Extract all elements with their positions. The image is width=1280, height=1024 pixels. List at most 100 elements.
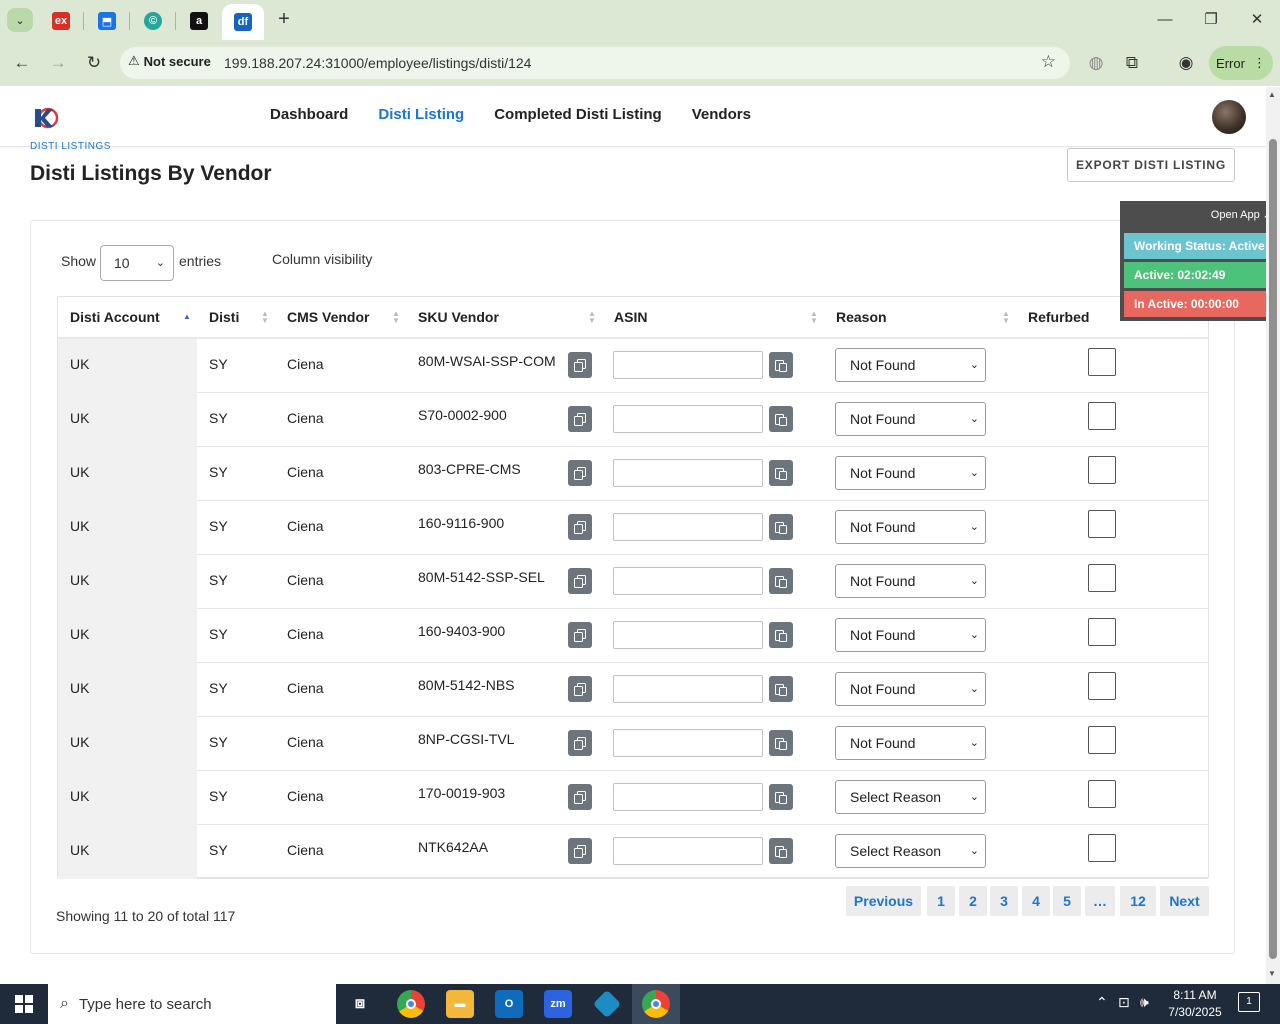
header-disti-account[interactable]: Disti Account ▲	[58, 297, 198, 339]
reason-select[interactable]: Not Found ⌄	[835, 456, 986, 490]
copy-sku-button[interactable]	[568, 568, 592, 594]
page-2-button[interactable]: 2	[959, 886, 987, 916]
refurbed-checkbox[interactable]	[1088, 834, 1116, 862]
copy-sku-button[interactable]	[568, 676, 592, 702]
copy-sku-button[interactable]	[568, 352, 592, 378]
copy-sku-button[interactable]	[568, 406, 592, 432]
copy-sku-button[interactable]	[568, 514, 592, 540]
page-1-button[interactable]: 1	[927, 886, 955, 916]
asin-input[interactable]	[613, 513, 763, 541]
paste-asin-button[interactable]	[769, 730, 793, 756]
refurbed-checkbox[interactable]	[1088, 726, 1116, 754]
outlook-icon[interactable]: O	[495, 990, 523, 1018]
paste-asin-button[interactable]	[769, 784, 793, 810]
copy-sku-button[interactable]	[568, 460, 592, 486]
scrollbar-thumb[interactable]	[1269, 139, 1277, 959]
asin-input[interactable]	[613, 621, 763, 649]
paste-asin-button[interactable]	[769, 676, 793, 702]
asin-input[interactable]	[613, 567, 763, 595]
asin-input[interactable]	[613, 783, 763, 811]
tab-search-chevron-icon[interactable]: ⌄	[7, 8, 33, 32]
copy-sku-button[interactable]	[568, 784, 592, 810]
task-view-icon[interactable]: ⧈	[346, 990, 374, 1018]
paste-asin-button[interactable]	[769, 460, 793, 486]
reason-select[interactable]: Not Found ⌄	[835, 726, 986, 760]
next-page-button[interactable]: Next	[1160, 886, 1209, 916]
reason-select[interactable]: Not Found ⌄	[835, 672, 986, 706]
taskbar-search[interactable]: ⌕ Type here to search	[48, 984, 336, 1024]
previous-page-button[interactable]: Previous	[846, 886, 921, 916]
refurbed-checkbox[interactable]	[1088, 348, 1116, 376]
tab-amazon[interactable]: a	[178, 6, 220, 36]
chrome-profile-icon[interactable]	[642, 990, 670, 1018]
extensions-puzzle-icon[interactable]: ⧉	[1120, 51, 1144, 75]
url-text[interactable]: 199.188.207.24:31000/employee/listings/d…	[224, 55, 531, 71]
paste-asin-button[interactable]	[769, 568, 793, 594]
asin-input[interactable]	[613, 351, 763, 379]
zoom-icon[interactable]: zm	[544, 990, 572, 1018]
refurbed-checkbox[interactable]	[1088, 618, 1116, 646]
asin-input[interactable]	[613, 459, 763, 487]
reason-select[interactable]: Select Reason ⌄	[835, 780, 986, 814]
address-bar[interactable]: ⚠ Not secure 199.188.207.24:31000/employ…	[120, 47, 1070, 79]
refurbed-checkbox[interactable]	[1088, 456, 1116, 484]
page-12-button[interactable]: 12	[1120, 886, 1156, 916]
header-disti[interactable]: Disti ▲ ▼	[197, 297, 275, 339]
company-logo-icon[interactable]	[32, 103, 60, 131]
copy-sku-button[interactable]	[568, 730, 592, 756]
nav-completed-disti-listing[interactable]: Completed Disti Listing	[494, 106, 662, 123]
close-window-icon[interactable]: ✕	[1242, 8, 1272, 32]
restore-icon[interactable]: ❐	[1196, 8, 1226, 32]
minimize-icon[interactable]: —	[1150, 8, 1180, 32]
paste-asin-button[interactable]	[769, 514, 793, 540]
security-indicator[interactable]: ⚠ Not secure	[128, 53, 211, 69]
header-sku-vendor[interactable]: SKU Vendor ▲ ▼	[406, 297, 602, 339]
reason-select[interactable]: Not Found ⌄	[835, 348, 986, 382]
reason-select[interactable]: Not Found ⌄	[835, 402, 986, 436]
app-diamond-icon[interactable]	[592, 989, 622, 1019]
refurbed-checkbox[interactable]	[1088, 672, 1116, 700]
translate-globe-icon[interactable]: ◍	[1084, 51, 1108, 75]
nav-vendors[interactable]: Vendors	[692, 106, 751, 123]
asin-input[interactable]	[613, 729, 763, 757]
scroll-up-icon[interactable]: ▲	[1268, 90, 1276, 99]
asin-input[interactable]	[613, 675, 763, 703]
refurbed-checkbox[interactable]	[1088, 510, 1116, 538]
asin-input[interactable]	[613, 405, 763, 433]
paste-asin-button[interactable]	[769, 406, 793, 432]
reload-icon[interactable]: ↻	[82, 51, 106, 75]
export-disti-listing-button[interactable]: EXPORT DISTI LISTING	[1067, 148, 1235, 182]
error-menu-button[interactable]: Error ⋮	[1209, 46, 1273, 80]
chrome-icon[interactable]	[397, 990, 425, 1018]
paste-asin-button[interactable]	[769, 622, 793, 648]
open-app-link[interactable]: Open App ↗	[1211, 208, 1272, 221]
header-cms-vendor[interactable]: CMS Vendor ▲ ▼	[275, 297, 406, 339]
entries-select[interactable]: 10 ⌄	[100, 245, 174, 281]
asin-input[interactable]	[613, 837, 763, 865]
refurbed-checkbox[interactable]	[1088, 564, 1116, 592]
reason-select[interactable]: Not Found ⌄	[835, 510, 986, 544]
breadcrumb[interactable]: DISTI LISTINGS	[30, 141, 111, 149]
taskbar-clock[interactable]: 8:11 AM 7/30/2025	[1160, 987, 1230, 1021]
user-avatar[interactable]	[1212, 100, 1246, 134]
page-4-button[interactable]: 4	[1022, 886, 1050, 916]
forward-arrow-icon[interactable]: →	[46, 51, 70, 75]
profile-icon[interactable]: ◉	[1174, 51, 1198, 75]
back-arrow-icon[interactable]: ←	[10, 51, 34, 75]
page-5-button[interactable]: 5	[1053, 886, 1081, 916]
new-tab-plus-icon[interactable]: +	[272, 8, 296, 32]
copy-sku-button[interactable]	[568, 622, 592, 648]
file-explorer-icon[interactable]: ▬	[446, 990, 474, 1018]
refurbed-checkbox[interactable]	[1088, 780, 1116, 808]
tab-copyright[interactable]: ©	[132, 6, 174, 36]
bookmark-star-icon[interactable]: ☆	[1041, 52, 1056, 72]
notification-center-icon[interactable]: 1	[1238, 992, 1260, 1012]
tab-df-active[interactable]: df	[222, 4, 264, 40]
tab-ex[interactable]: ex	[40, 6, 82, 36]
reason-select[interactable]: Select Reason ⌄	[835, 834, 986, 868]
page-3-button[interactable]: 3	[990, 886, 1018, 916]
page-scrollbar[interactable]: ▲ ▼	[1266, 87, 1280, 984]
network-icon[interactable]: ⊡	[1118, 994, 1130, 1011]
tray-chevron-icon[interactable]: ⌃	[1096, 994, 1108, 1011]
nav-dashboard[interactable]: Dashboard	[270, 106, 348, 123]
